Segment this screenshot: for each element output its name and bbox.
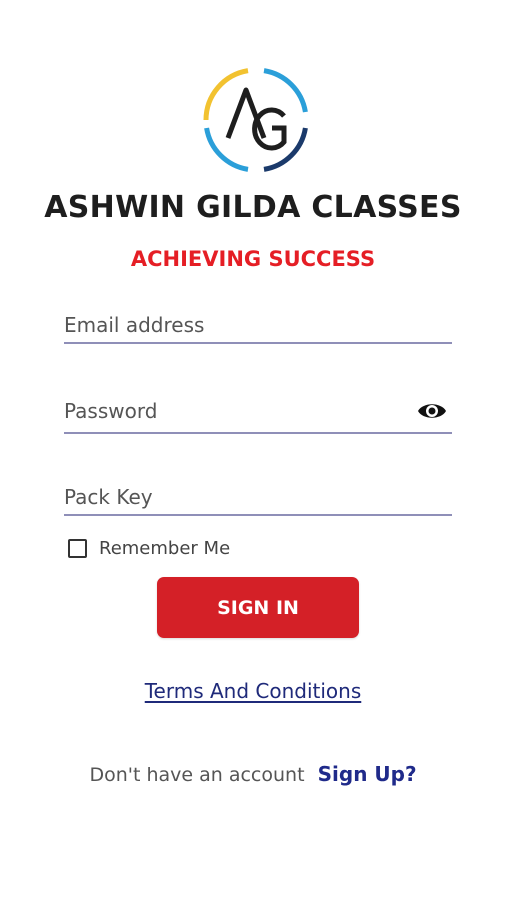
password-field [64, 396, 452, 434]
signup-prompt: Don't have an account [89, 764, 305, 786]
pack-key-input[interactable] [64, 482, 394, 512]
password-input[interactable] [64, 396, 394, 426]
eye-icon[interactable] [416, 398, 448, 424]
terms-row: Terms And Conditions [0, 679, 506, 703]
remember-me-checkbox[interactable] [68, 538, 87, 558]
terms-link[interactable]: Terms And Conditions [145, 679, 362, 703]
signup-row: Don't have an account Sign Up? [0, 762, 506, 786]
remember-me-row[interactable]: Remember Me [68, 535, 230, 561]
email-field [64, 310, 452, 344]
remember-me-label: Remember Me [99, 537, 231, 559]
ag-logo-icon [203, 68, 308, 172]
brand-name: ASHWIN GILDA CLASSES [44, 190, 462, 225]
sign-in-button[interactable]: SIGN IN [157, 577, 359, 638]
signup-link[interactable]: Sign Up? [318, 762, 417, 786]
brand-tagline: ACHIEVING SUCCESS [130, 247, 376, 271]
email-input[interactable] [64, 310, 394, 340]
brand-logo [198, 62, 314, 178]
pack-key-field [64, 482, 452, 516]
